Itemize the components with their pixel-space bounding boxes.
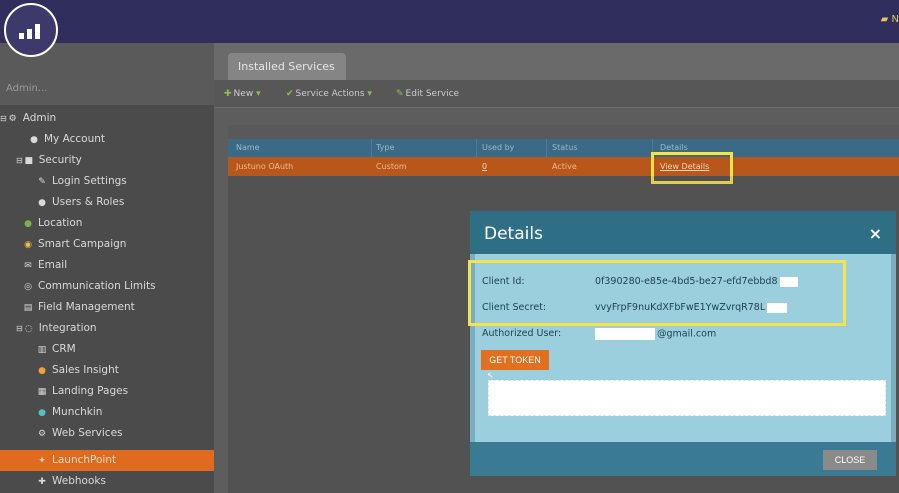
edit-service-button[interactable]: ✎ Edit Service: [396, 89, 459, 99]
bulb-icon: ◉: [24, 240, 32, 250]
tree-item-webhooks[interactable]: ✚ Webhooks: [36, 471, 214, 492]
redaction-mark: [595, 328, 655, 340]
tree-item-munchkin[interactable]: ● Munchkin: [36, 402, 214, 423]
authorized-user-value: @gmail.com: [595, 328, 716, 340]
admin-search-placeholder: Admin...: [6, 83, 48, 94]
column-header-status[interactable]: Status: [552, 143, 578, 152]
table-row[interactable]: Justuno OAuth Custom 0 Active View Detai…: [228, 157, 899, 176]
collapse-icon[interactable]: ⊟: [16, 324, 23, 333]
column-header-used-by[interactable]: Used by: [482, 143, 514, 152]
tree-item-location[interactable]: ● Location: [22, 213, 214, 234]
new-button[interactable]: ✚ New ▾: [224, 89, 261, 99]
logo-icon[interactable]: [4, 3, 58, 57]
email-icon: ✉: [24, 261, 32, 271]
column-header-name[interactable]: Name: [236, 143, 260, 152]
integration-icon: ◌: [24, 324, 33, 334]
tree-item-smart-campaign[interactable]: ◉ Smart Campaign: [22, 234, 214, 255]
get-token-button[interactable]: GET TOKEN: [481, 350, 549, 370]
tree-item-integration[interactable]: ⊟ ◌ Integration: [16, 318, 214, 339]
cell-used-by[interactable]: 0: [482, 162, 487, 171]
tree-item-security[interactable]: ⊟ ■ Security: [16, 150, 214, 171]
tree-item-landing-pages[interactable]: ▦ Landing Pages: [36, 381, 214, 402]
credentials-highlight: [468, 260, 846, 326]
modal-header: Details ×: [470, 211, 896, 254]
close-icon[interactable]: ×: [869, 224, 882, 243]
services-toolbar: ✚ New ▾ ✔ Service Actions ▾ ✎ Edit Service: [214, 80, 899, 108]
edit-icon: ✎: [396, 89, 404, 99]
tree-item-crm[interactable]: ▥ CRM: [36, 339, 214, 360]
cell-name: Justuno OAuth: [236, 162, 294, 171]
users-icon: ●: [38, 198, 46, 208]
folder-icon: ▰: [880, 14, 889, 25]
tree-item-my-account[interactable]: ● My Account: [28, 129, 214, 150]
tree-item-field-management[interactable]: ▤ Field Management: [22, 297, 214, 318]
plug-icon: ⚙: [37, 429, 47, 439]
collapse-icon[interactable]: ⊟: [0, 114, 7, 123]
close-button[interactable]: CLOSE: [823, 450, 877, 470]
token-output-field[interactable]: [488, 380, 886, 416]
cursor-icon: ↖: [487, 371, 494, 380]
tree-item-users-roles[interactable]: ● Users & Roles: [36, 192, 214, 213]
tree-item-communication-limits[interactable]: ◎ Communication Limits: [22, 276, 214, 297]
modal-footer: CLOSE: [470, 442, 896, 476]
cell-status: Active: [552, 162, 577, 171]
tree-item-admin[interactable]: ⊟ ⚙ Admin: [0, 108, 214, 129]
tree-item-sales-insight[interactable]: ● Sales Insight: [36, 360, 214, 381]
dropdown-arrow-icon: ▾: [367, 89, 372, 99]
insight-icon: ●: [38, 366, 46, 376]
top-bar: ▰ N: [0, 0, 899, 43]
dropdown-arrow-icon: ▾: [256, 89, 261, 99]
authorized-user-label: Authorized User:: [482, 328, 562, 339]
modal-title: Details: [484, 224, 543, 244]
limits-icon: ◎: [24, 282, 32, 292]
tree-item-launchpoint[interactable]: ✦ LaunchPoint: [0, 450, 214, 471]
collapse-icon[interactable]: ⊟: [16, 156, 23, 165]
tab-installed-services[interactable]: Installed Services: [228, 53, 346, 80]
cell-type: Custom: [376, 162, 407, 171]
service-actions-button[interactable]: ✔ Service Actions ▾: [286, 89, 372, 99]
person-icon: ●: [30, 135, 38, 145]
crm-icon: ▥: [37, 345, 47, 355]
tab-strip: Installed Services: [214, 43, 899, 80]
gear-icon: ⚙: [8, 114, 17, 124]
tree-item-email[interactable]: ✉ Email: [22, 255, 214, 276]
tree-item-web-services[interactable]: ⚙ Web Services: [36, 423, 214, 444]
wrench-icon: ✎: [38, 177, 46, 187]
new-icon: ✚: [224, 89, 232, 99]
field-icon: ▤: [23, 303, 33, 313]
actions-icon: ✔: [286, 89, 294, 99]
munchkin-icon: ●: [38, 408, 46, 418]
column-header-details[interactable]: Details: [660, 143, 688, 152]
table-header: Name Type Used by Status Details: [228, 139, 899, 157]
lock-icon: ■: [24, 156, 33, 166]
launchpoint-icon: ✦: [38, 456, 46, 466]
topbar-user-menu[interactable]: ▰ N: [881, 14, 899, 25]
webhook-icon: ✚: [38, 477, 46, 487]
column-header-type[interactable]: Type: [376, 143, 394, 152]
pages-icon: ▦: [37, 387, 47, 397]
globe-icon: ●: [24, 219, 32, 229]
details-modal: Details × Client Id: 0f390280-e85e-4bd5-…: [470, 211, 896, 476]
tree-item-login-settings[interactable]: ✎ Login Settings: [36, 171, 214, 192]
